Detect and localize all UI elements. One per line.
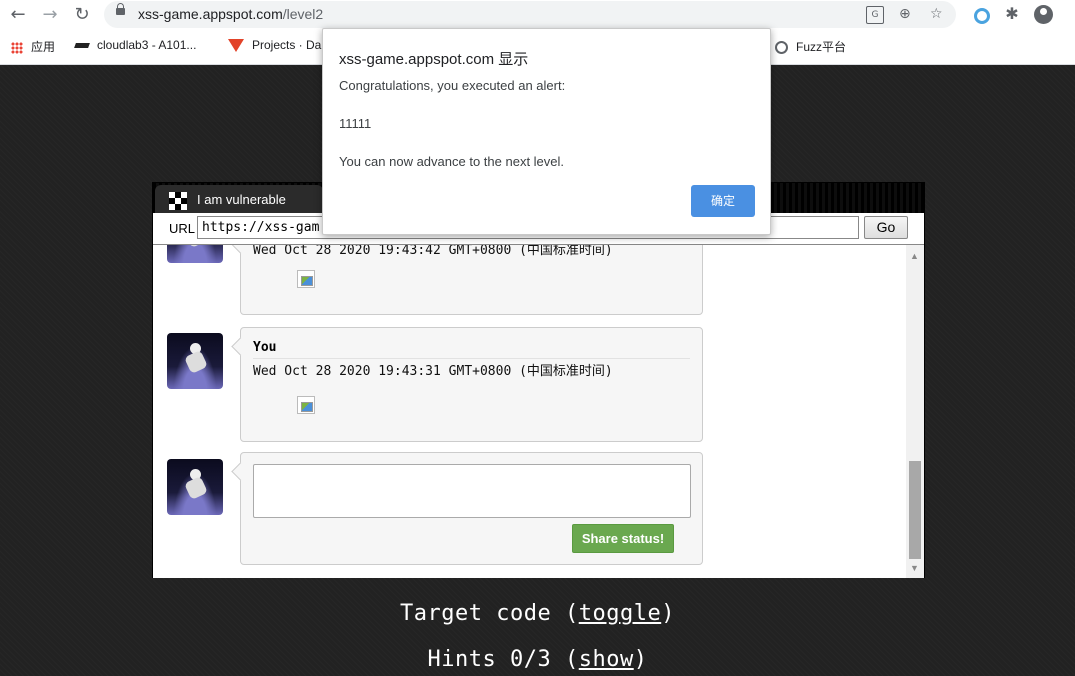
scroll-down-icon[interactable]: ▼ [910, 563, 919, 573]
post-date: Wed Oct 28 2020 19:43:31 GMT+0800 (中国标准时… [253, 364, 613, 379]
url-text[interactable]: xss-game.appspot.com/level2 [138, 6, 323, 22]
bookmark-fuzz[interactable]: Fuzz平台 [775, 38, 846, 55]
forward-arrow-icon[interactable]: → [37, 3, 63, 27]
ok-button[interactable]: 确定 [691, 185, 755, 217]
apps-icon [11, 41, 23, 54]
post-username: You [253, 340, 277, 355]
dialog-alert-value: 11111 [339, 116, 372, 131]
post-date: Wed Oct 28 2020 19:43:42 GMT+0800 (中国标准时… [253, 245, 613, 258]
composer-panel: Share status! [240, 452, 703, 565]
url-label: URL [169, 221, 196, 236]
reload-icon[interactable]: ↻ [69, 3, 95, 27]
status-textarea[interactable] [253, 464, 691, 518]
bookmark-cloudlab[interactable]: cloudlab3 - A101... [75, 38, 196, 52]
toggle-link[interactable]: toggle [579, 601, 661, 626]
broken-image-icon [297, 270, 315, 288]
dialog-message: Congratulations, you executed an alert: [339, 78, 566, 93]
browser-toolbar: ← → ↻ xss-game.appspot.com/level2 G ⊕ ☆ … [0, 0, 1075, 30]
bookmark-projects[interactable]: Projects · Da [228, 38, 321, 53]
globe-icon [775, 41, 788, 55]
scroll-thumb[interactable] [909, 461, 921, 559]
astronaut-icon [185, 343, 207, 373]
target-code-heading: Target code (toggle) [400, 601, 675, 626]
show-hints-link[interactable]: show [579, 647, 634, 672]
divider [253, 358, 690, 359]
scrollbar[interactable]: ▲ ▼ [906, 245, 924, 578]
dialog-advance-text: You can now advance to the next level. [339, 154, 565, 169]
share-status-button[interactable]: Share status! [572, 524, 674, 553]
astronaut-icon [185, 469, 207, 499]
frame-tab: I am vulnerable [155, 185, 323, 213]
hints-heading: Hints 0/3 (show) [427, 647, 648, 672]
avatar [167, 333, 223, 389]
avatar [167, 245, 223, 263]
broken-image-icon [297, 396, 315, 414]
zoom-icon[interactable]: ⊕ [899, 5, 911, 23]
alert-dialog: xss-game.appspot.com 显示 Congratulations,… [322, 28, 771, 235]
graduation-cap-icon [75, 41, 89, 51]
checker-logo-icon [169, 192, 187, 210]
extension-ring-icon[interactable] [974, 8, 990, 24]
go-button[interactable]: Go [864, 216, 908, 239]
lock-icon[interactable] [116, 3, 125, 15]
frame-tab-title: I am vulnerable [197, 192, 286, 207]
translate-icon[interactable]: G [866, 6, 884, 24]
list-item: You Wed Oct 28 2020 19:43:31 GMT+0800 (中… [240, 327, 703, 442]
avatar [167, 459, 223, 515]
scroll-up-icon[interactable]: ▲ [910, 251, 919, 261]
address-bar[interactable]: xss-game.appspot.com/level2 G ⊕ ☆ [104, 1, 956, 28]
bookmark-apps[interactable]: 应用 [11, 38, 55, 55]
profile-icon[interactable] [1034, 5, 1053, 24]
dialog-title: xss-game.appspot.com 显示 [339, 51, 529, 68]
puzzle-extensions-icon[interactable]: ✱ [1002, 4, 1022, 24]
list-item: Wed Oct 28 2020 19:43:42 GMT+0800 (中国标准时… [240, 245, 703, 315]
back-arrow-icon[interactable]: ← [5, 3, 31, 27]
star-icon[interactable]: ☆ [930, 5, 943, 23]
gitlab-icon [228, 39, 244, 53]
game-frame: I am vulnerable URL https://xss-gam Go W… [152, 182, 925, 578]
feed-content: Wed Oct 28 2020 19:43:42 GMT+0800 (中国标准时… [153, 245, 924, 578]
astronaut-icon [185, 245, 207, 247]
